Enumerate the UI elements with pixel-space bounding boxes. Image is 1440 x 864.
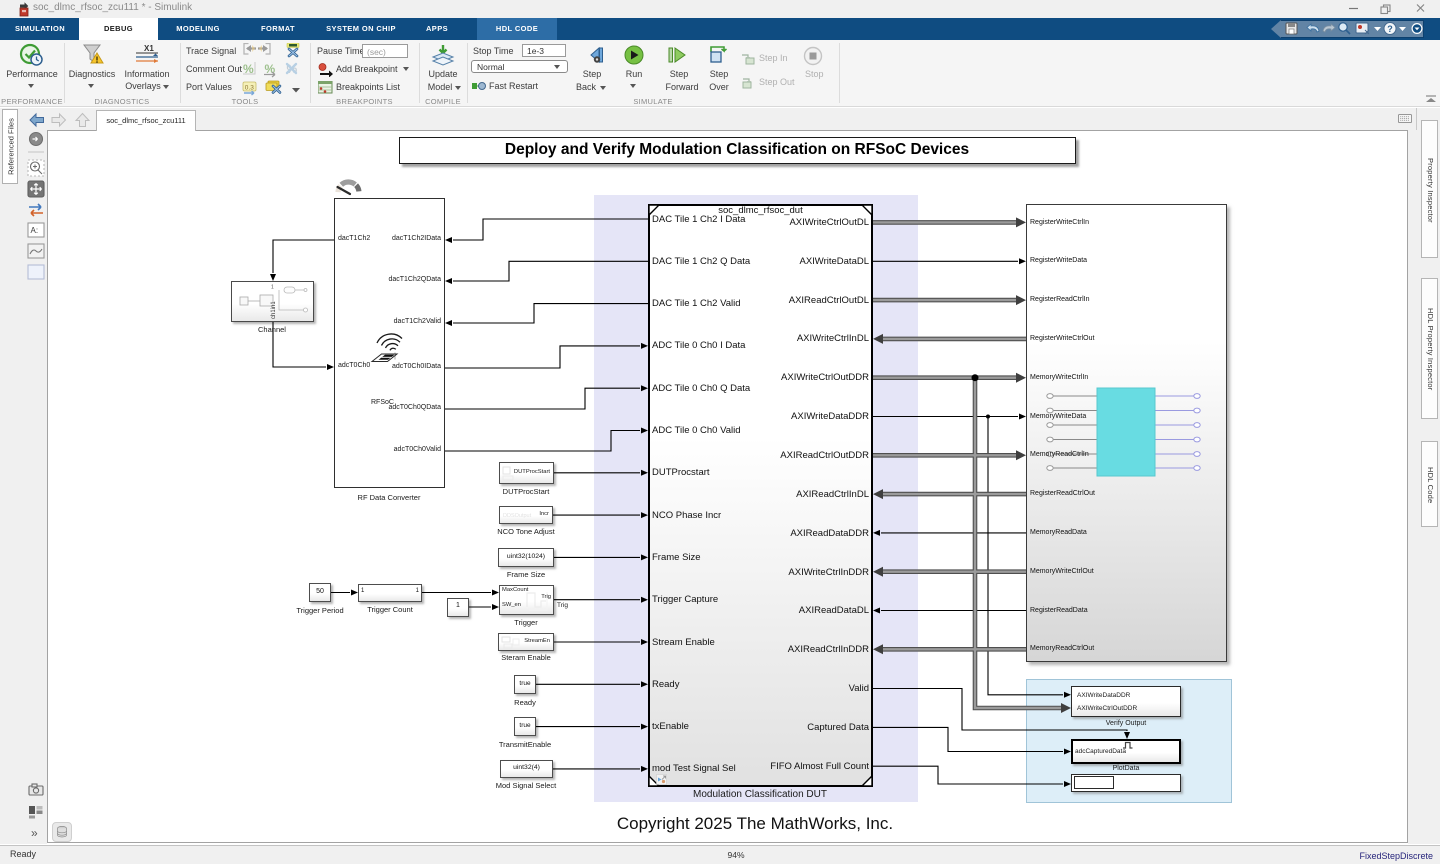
svg-text:?: ? [1387,24,1393,34]
svg-text:0.3: 0.3 [245,85,254,92]
svg-text:A:: A: [31,226,39,235]
svg-text:X1: X1 [144,44,154,53]
svg-text:»: » [31,826,38,840]
